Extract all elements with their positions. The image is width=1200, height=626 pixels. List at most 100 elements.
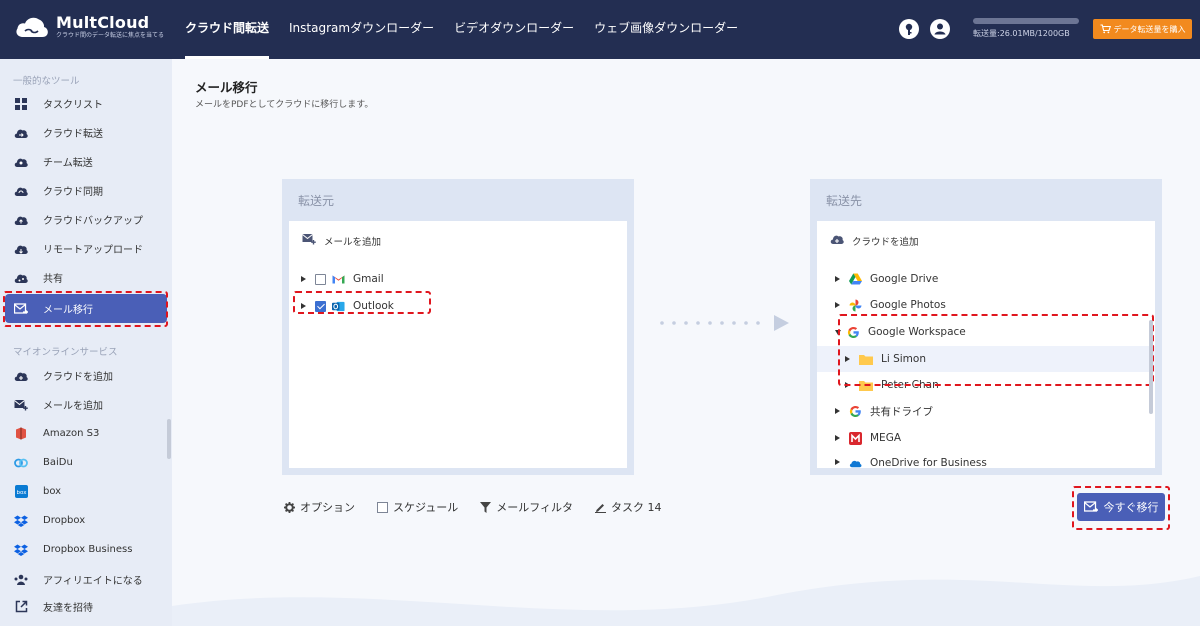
add-cloud-label: クラウドを追加 — [852, 236, 919, 248]
google-icon — [849, 405, 862, 418]
task-toolbar: オプション スケジュール メールフィルタ タスク 14 — [284, 499, 684, 515]
background-wave — [172, 576, 1200, 626]
dropbox-business-icon — [14, 543, 28, 557]
gmail-checkbox[interactable] — [315, 273, 326, 285]
expand-arrow-icon[interactable] — [835, 435, 840, 441]
key-icon[interactable] — [899, 19, 919, 39]
dropbox-icon — [14, 514, 28, 528]
mega-label: MEGA — [870, 432, 902, 444]
sidebar-item-label: 共有 — [43, 274, 63, 285]
sidebar-item-add-email[interactable]: メールを追加 — [5, 390, 167, 419]
options-label: オプション — [300, 501, 355, 514]
top-bar: MultCloud クラウド間のデータ転送に焦点を当てる クラウド間転送 Ins… — [0, 0, 1200, 59]
sidebar-item-box[interactable]: box box — [5, 477, 167, 506]
sidebar-item-task-list[interactable]: タスクリスト — [5, 89, 167, 118]
peter-chan-label: Peter Chan — [881, 379, 939, 391]
destination-panel: 転送先 クラウドを追加 Google Drive Google Photos G… — [810, 179, 1162, 475]
cloud-logo-icon — [14, 14, 50, 40]
sidebar-item-cloud-sync[interactable]: クラウド同期 — [5, 176, 167, 205]
sidebar-item-label: BaiDu — [43, 457, 73, 468]
sidebar-item-label: タスクリスト — [43, 100, 103, 111]
sidebar-item-label: クラウドバックアップ — [43, 216, 143, 227]
sidebar-item-cloud-transfer[interactable]: クラウド転送 — [5, 118, 167, 147]
expand-arrow-icon[interactable] — [835, 459, 840, 465]
li-simon-label: Li Simon — [881, 353, 926, 365]
dest-item-google-photos[interactable]: Google Photos — [817, 292, 1155, 318]
migrate-now-button[interactable]: 今すぐ移行 — [1077, 493, 1165, 521]
sidebar-item-label: メールを追加 — [43, 401, 103, 412]
sidebar-item-remote-upload[interactable]: リモートアップロード — [5, 234, 167, 263]
sidebar-scrollbar[interactable] — [167, 419, 171, 459]
source-item-gmail[interactable]: Gmail — [289, 266, 627, 292]
logo[interactable]: MultCloud クラウド間のデータ転送に焦点を当てる — [14, 14, 164, 40]
email-migration-icon — [14, 302, 28, 316]
sidebar-item-amazon-s3[interactable]: Amazon S3 — [5, 419, 167, 448]
grid-icon — [14, 97, 28, 111]
svg-text:box: box — [16, 490, 27, 496]
gmail-label: Gmail — [353, 273, 384, 285]
sidebar-item-invite-friends[interactable]: 友達を招待 — [5, 592, 167, 621]
app-name: MultCloud — [56, 13, 150, 32]
section-general-tools: 一般的なツール — [13, 76, 80, 87]
add-email-link[interactable]: メールを追加 — [302, 233, 381, 248]
expand-arrow-icon[interactable] — [835, 302, 840, 308]
dest-item-peter-chan[interactable]: Peter Chan — [817, 372, 1155, 398]
task-name-button[interactable]: タスク 14 — [595, 499, 662, 515]
email-migration-icon — [1083, 501, 1098, 513]
google-photos-icon — [849, 299, 862, 312]
dest-item-li-simon[interactable]: Li Simon — [817, 346, 1155, 372]
source-item-outlook[interactable]: Outlook — [289, 293, 627, 319]
tab-instagram-downloader[interactable]: Instagramダウンローダー — [289, 0, 434, 59]
dest-item-onedrive-business[interactable]: OneDrive for Business — [817, 452, 1155, 468]
cloud-transfer-icon — [14, 126, 28, 140]
add-email-icon — [302, 233, 316, 248]
invite-icon — [14, 600, 28, 614]
outlook-checkbox[interactable] — [315, 300, 326, 312]
tab-video-downloader[interactable]: ビデオダウンローダー — [454, 0, 574, 59]
schedule-checkbox[interactable] — [377, 501, 388, 513]
sidebar-item-dropbox-business[interactable]: Dropbox Business — [5, 535, 167, 564]
expand-arrow-icon[interactable] — [301, 276, 306, 282]
add-cloud-icon — [830, 233, 844, 248]
usage-progress-bar — [973, 18, 1079, 24]
sidebar-item-cloud-backup[interactable]: クラウドバックアップ — [5, 205, 167, 234]
page-title: メール移行 — [195, 80, 258, 95]
sidebar-item-add-cloud[interactable]: クラウドを追加 — [5, 361, 167, 390]
box-icon: box — [14, 485, 28, 499]
task-name-label: タスク 14 — [611, 501, 662, 514]
sidebar-item-share[interactable]: 共有 — [5, 263, 167, 292]
collapse-arrow-icon[interactable] — [835, 329, 841, 335]
email-filter-button[interactable]: メールフィルタ — [480, 499, 573, 515]
sidebar-item-dropbox[interactable]: Dropbox — [5, 506, 167, 535]
dest-item-google-drive[interactable]: Google Drive — [817, 266, 1155, 292]
expand-arrow-icon[interactable] — [845, 382, 850, 388]
add-cloud-link[interactable]: クラウドを追加 — [830, 233, 919, 248]
app-tagline: クラウド間のデータ転送に焦点を当てる — [56, 32, 165, 39]
main-nav: クラウド間転送 Instagramダウンローダー ビデオダウンローダー ウェブ画… — [185, 0, 758, 59]
schedule-button[interactable]: スケジュール — [377, 499, 458, 515]
tab-web-image-downloader[interactable]: ウェブ画像ダウンローダー — [594, 0, 738, 59]
dest-item-mega[interactable]: MEGA — [817, 425, 1155, 451]
pencil-icon — [595, 502, 607, 513]
onedrive-business-label: OneDrive for Business — [870, 457, 987, 468]
dest-item-google-workspace[interactable]: Google Workspace — [817, 319, 1155, 345]
buy-traffic-button[interactable]: データ転送量を購入 — [1093, 19, 1192, 39]
user-icon[interactable] — [930, 19, 950, 39]
expand-arrow-icon[interactable] — [301, 303, 306, 309]
expand-arrow-icon[interactable] — [835, 276, 840, 282]
expand-arrow-icon[interactable] — [835, 408, 840, 414]
sidebar-item-label: Dropbox — [43, 515, 86, 526]
sidebar-item-affiliate[interactable]: アフィリエイトになる — [5, 565, 167, 594]
sidebar-item-team-transfer[interactable]: チーム転送 — [5, 147, 167, 176]
expand-arrow-icon[interactable] — [845, 356, 850, 362]
sidebar-item-baidu[interactable]: BaiDu — [5, 448, 167, 477]
tab-cloud-transfer[interactable]: クラウド間転送 — [185, 0, 270, 59]
sidebar-item-email-migration[interactable]: メール移行 — [5, 294, 167, 323]
options-button[interactable]: オプション — [284, 499, 355, 515]
google-photos-label: Google Photos — [870, 299, 946, 311]
dest-item-shared-drive[interactable]: 共有ドライブ — [817, 398, 1155, 424]
folder-icon — [859, 353, 873, 366]
folder-icon — [859, 379, 873, 392]
destination-scrollbar[interactable] — [1149, 320, 1153, 414]
gear-icon — [284, 501, 295, 513]
